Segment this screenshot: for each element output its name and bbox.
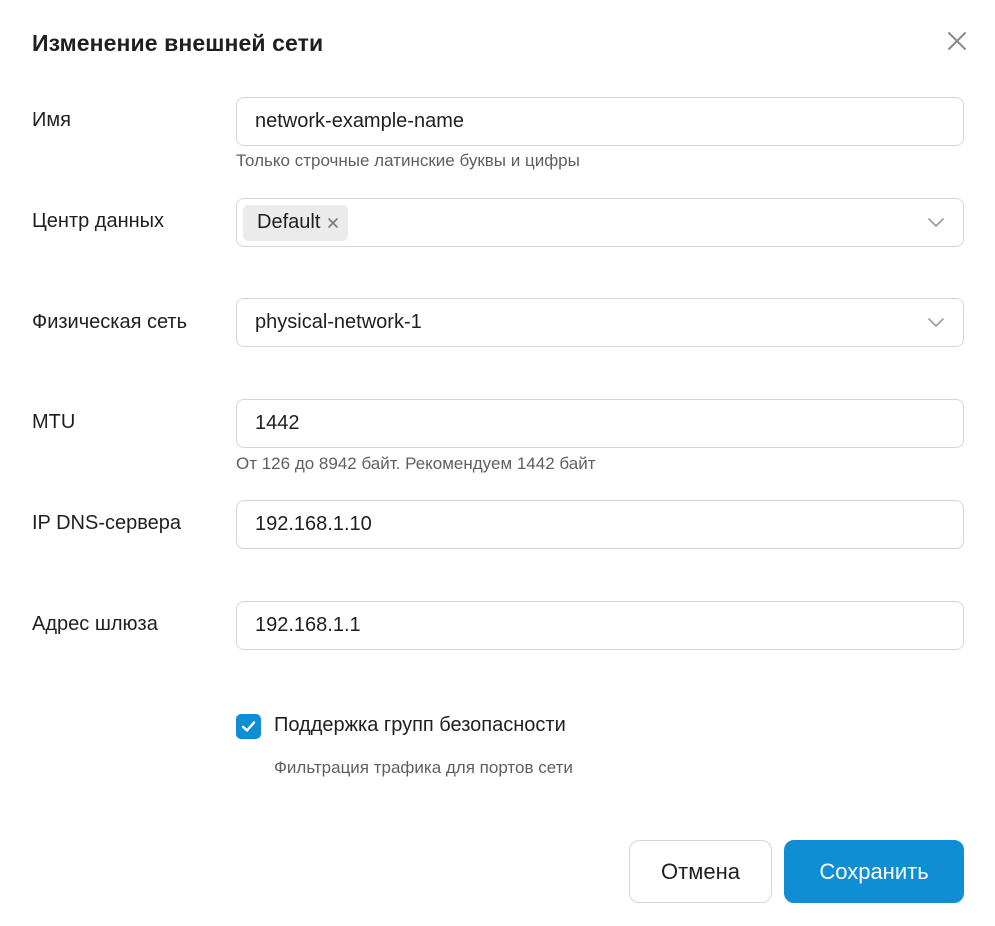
gateway-input[interactable]: 192.168.1.1 xyxy=(236,601,964,650)
mtu-label: MTU xyxy=(32,411,76,433)
gateway-label: Адрес шлюза xyxy=(32,613,158,635)
chevron-down-icon[interactable] xyxy=(927,215,945,231)
dns-input[interactable]: 192.168.1.10 xyxy=(236,500,964,549)
security-groups-checkbox[interactable] xyxy=(236,714,261,739)
datacenter-label: Центр данных xyxy=(32,210,165,232)
mtu-input[interactable]: 1442 xyxy=(236,399,964,448)
checkmark-icon xyxy=(241,721,256,732)
datacenter-tag: Default xyxy=(243,204,349,241)
chevron-down-icon[interactable] xyxy=(927,315,945,331)
gateway-input-value: 192.168.1.1 xyxy=(255,614,361,636)
name-input[interactable]: network-example-name xyxy=(236,97,964,146)
security-groups-label[interactable]: Поддержка групп безопасности xyxy=(274,714,566,737)
datacenter-select[interactable]: Default xyxy=(236,198,964,247)
save-button[interactable]: Сохранить xyxy=(784,840,964,903)
security-groups-hint: Фильтрация трафика для портов сети xyxy=(274,758,573,777)
tag-remove-icon[interactable] xyxy=(326,216,340,230)
name-label: Имя xyxy=(32,109,71,131)
dns-input-value: 192.168.1.10 xyxy=(255,513,372,535)
dns-label: IP DNS-сервера xyxy=(32,512,181,534)
mtu-hint: От 126 до 8942 байт. Рекомендуем 1442 ба… xyxy=(236,454,596,473)
name-input-value: network-example-name xyxy=(255,110,464,132)
physical-network-select[interactable]: physical-network-1 xyxy=(236,298,964,347)
datacenter-tag-label: Default xyxy=(257,211,321,233)
cancel-button[interactable]: Отмена xyxy=(629,840,772,903)
edit-external-network-dialog: Изменение внешней сети Имя network-examp… xyxy=(0,0,995,926)
physical-network-value: physical-network-1 xyxy=(255,311,422,333)
name-hint: Только строчные латинские буквы и цифры xyxy=(236,151,580,170)
mtu-input-value: 1442 xyxy=(255,412,300,434)
physical-network-label: Физическая сеть xyxy=(32,311,187,333)
close-icon[interactable] xyxy=(944,28,970,54)
dialog-title: Изменение внешней сети xyxy=(32,30,324,56)
